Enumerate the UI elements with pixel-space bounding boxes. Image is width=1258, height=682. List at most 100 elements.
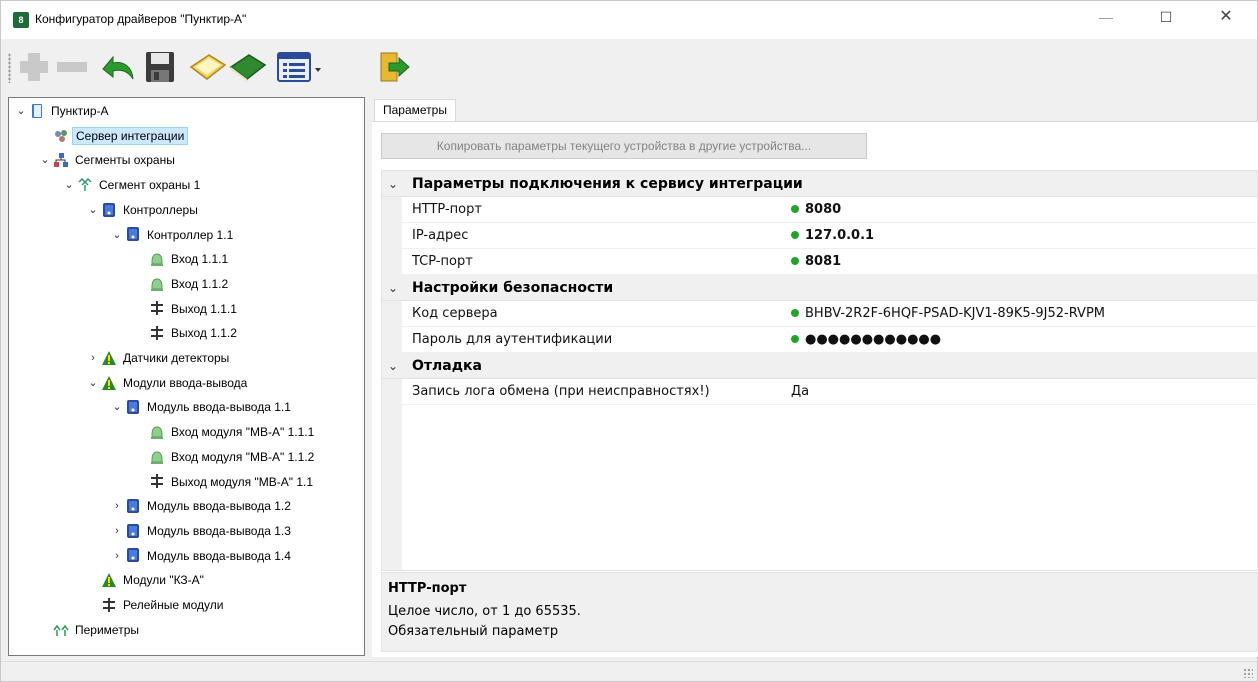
- tree-item[interactable]: › Модуль ввода-вывода 1.4: [111, 545, 294, 567]
- chevron-down-icon[interactable]: ⌄: [87, 199, 99, 221]
- undo-arrow-icon: [102, 55, 134, 80]
- tree-item-label: Выход 1.1.2: [171, 326, 237, 341]
- close-button[interactable]: ✕: [1203, 1, 1249, 33]
- tab-parameters[interactable]: Параметры: [374, 99, 456, 122]
- grid-property-row[interactable]: Запись лога обмена (при неисправностях!)…: [382, 379, 1257, 405]
- maximize-button[interactable]: ☐: [1143, 1, 1189, 33]
- segment-icon: [77, 177, 93, 193]
- save-button[interactable]: [141, 49, 179, 85]
- tree-item[interactable]: Выход 1.1.1: [135, 298, 240, 320]
- resize-grip[interactable]: [1243, 668, 1253, 678]
- grid-property-row[interactable]: TCP-порт 8081: [382, 249, 1257, 275]
- tree-item[interactable]: ⌄ Модуль ввода-вывода 1.1: [111, 396, 294, 418]
- bell-icon: [149, 424, 165, 440]
- property-value-text: BHBV-2R2F-6HQF-PSAD-KJV1-89K5-9J52-RVPM: [805, 306, 1106, 321]
- chevron-down-icon[interactable]: ⌄: [388, 171, 398, 197]
- tree-item[interactable]: Выход модуля "МВ-А" 1.1: [135, 471, 316, 493]
- tree-item[interactable]: ⌄ Контроллер 1.1: [111, 224, 236, 246]
- exit-button[interactable]: [375, 49, 413, 85]
- tree-item[interactable]: Вход модуля "МВ-А" 1.1.2: [135, 446, 317, 468]
- property-value-text: ●●●●●●●●●●●●: [805, 332, 942, 347]
- tree-item[interactable]: ⌄ Сегмент охраны 1: [63, 174, 203, 196]
- list-window-icon: [277, 52, 321, 82]
- grid-category[interactable]: ⌄ Параметры подключения к сервису интегра…: [382, 171, 1257, 197]
- tree-item-label: Датчики детекторы: [123, 351, 230, 365]
- add-button[interactable]: [15, 49, 53, 85]
- plus-icon: [20, 53, 48, 81]
- property-name: HTTP-порт: [412, 202, 482, 217]
- grid-category[interactable]: ⌄ Настройки безопасности: [382, 275, 1257, 301]
- tree-item[interactable]: ⌄ Сегменты охраны: [39, 149, 178, 171]
- property-value[interactable]: BHBV-2R2F-6HQF-PSAD-KJV1-89K5-9J52-RVPM: [791, 301, 1105, 327]
- grid-category[interactable]: ⌄ Отладка: [382, 353, 1257, 379]
- grid-property-row[interactable]: Код сервера BHBV-2R2F-6HQF-PSAD-KJV1-89K5…: [382, 301, 1257, 327]
- property-value[interactable]: 127.0.0.1: [791, 223, 874, 249]
- tree-item[interactable]: ⌄ Контроллеры: [87, 199, 201, 221]
- property-value[interactable]: 8081: [791, 249, 841, 275]
- toolbar: [1, 39, 1257, 95]
- property-value[interactable]: ●●●●●●●●●●●●: [791, 327, 941, 353]
- tree-item-label: Вход модуля "МВ-А" 1.1.2: [171, 449, 315, 464]
- help-title: HTTP-порт: [388, 581, 467, 596]
- relay-icon: [149, 473, 165, 489]
- property-value[interactable]: 8080: [791, 197, 841, 223]
- tree-item[interactable]: Вход 1.1.1: [135, 248, 231, 270]
- relay-icon: [101, 597, 117, 613]
- undo-button[interactable]: [99, 49, 137, 85]
- property-value[interactable]: Да: [791, 379, 809, 405]
- copy-parameters-button[interactable]: Копировать параметры текущего устройства…: [381, 133, 867, 159]
- network-icon: [53, 152, 69, 168]
- chevron-right-icon[interactable]: ›: [87, 347, 99, 369]
- tree-item[interactable]: Вход 1.1.2: [135, 273, 231, 295]
- open-book-button[interactable]: [189, 49, 227, 85]
- tree-item-label: Модуль ввода-вывода 1.4: [147, 548, 291, 563]
- tree-item-label: Сегменты охраны: [75, 153, 175, 168]
- tree-item[interactable]: Периметры: [39, 619, 142, 641]
- status-dot-icon: [791, 308, 799, 317]
- tree-item[interactable]: Выход 1.1.2: [135, 322, 240, 344]
- chevron-right-icon[interactable]: ›: [111, 520, 123, 542]
- grid-property-row[interactable]: Пароль для аутентификации ●●●●●●●●●●●●: [382, 327, 1257, 353]
- device-tree[interactable]: ⌄ Пунктир-А Сервер интеграции ⌄ Сегменты охр…: [8, 97, 365, 656]
- bell-icon: [149, 276, 165, 292]
- property-value-text: Да: [791, 384, 810, 399]
- floppy-disk-icon: [146, 52, 174, 82]
- chevron-down-icon[interactable]: ⌄: [87, 372, 99, 394]
- chevron-down-icon[interactable]: ⌄: [111, 396, 123, 418]
- controller-icon: [125, 226, 141, 242]
- chevron-down-icon[interactable]: ⌄: [111, 224, 123, 246]
- chevron-down-icon[interactable]: ⌄: [39, 149, 51, 171]
- tree-item[interactable]: › Датчики детекторы: [87, 347, 232, 369]
- grid-category-label: Параметры подключения к сервису интеграц…: [412, 176, 803, 192]
- property-name: Код сервера: [412, 306, 498, 321]
- status-bar: [1, 661, 1257, 681]
- chevron-down-icon[interactable]: ⌄: [63, 174, 75, 196]
- tree-item-label: Пунктир-А: [51, 104, 109, 118]
- chevron-down-icon[interactable]: ⌄: [388, 353, 398, 379]
- tree-item[interactable]: › Модуль ввода-вывода 1.2: [111, 495, 294, 517]
- tree-item[interactable]: Вход модуля "МВ-А" 1.1.1: [135, 421, 317, 443]
- exit-door-icon: [380, 52, 410, 82]
- minimize-button[interactable]: —: [1083, 1, 1129, 33]
- grid-property-row[interactable]: HTTP-порт 8080: [382, 197, 1257, 223]
- tree-item[interactable]: Сервер интеграции: [39, 125, 189, 147]
- tree-item[interactable]: ⌄ Модули ввода-вывода: [87, 372, 250, 394]
- tree-item[interactable]: Релейные модули: [87, 594, 227, 616]
- property-name: IP-адрес: [412, 228, 469, 243]
- tree-item-label: Вход модуля "МВ-А" 1.1.1: [171, 425, 315, 440]
- tree-item[interactable]: Модули "КЗ-А": [87, 569, 207, 591]
- remove-button[interactable]: [53, 49, 91, 85]
- property-value-text: 8081: [805, 254, 842, 269]
- toolbar-grip[interactable]: [8, 53, 11, 83]
- chevron-right-icon[interactable]: ›: [111, 545, 123, 567]
- tree-item[interactable]: ⌄ Пунктир-А: [15, 100, 112, 122]
- chevron-down-icon[interactable]: ⌄: [15, 100, 27, 122]
- bell-icon: [149, 449, 165, 465]
- view-menu-button[interactable]: [275, 49, 323, 85]
- closed-book-button[interactable]: [229, 49, 267, 85]
- tree-item[interactable]: › Модуль ввода-вывода 1.3: [111, 520, 294, 542]
- grid-property-row[interactable]: IP-адрес 127.0.0.1: [382, 223, 1257, 249]
- chevron-down-icon[interactable]: ⌄: [388, 275, 398, 301]
- chevron-right-icon[interactable]: ›: [111, 495, 123, 517]
- tree-item-label: Сегмент охраны 1: [99, 178, 201, 193]
